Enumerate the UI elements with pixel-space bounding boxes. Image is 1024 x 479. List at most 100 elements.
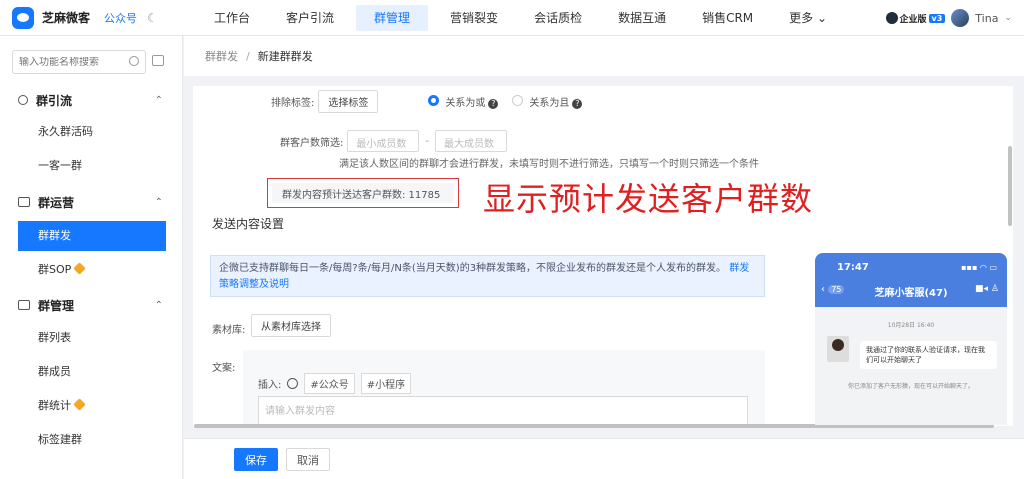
nav-right: 企业版 v3 Tina ⌄ bbox=[885, 0, 1012, 36]
notice-text: 企微已支持群聊每日一条/每周?条/每月/N条(当月天数)的3种群发策略，不限企业… bbox=[219, 263, 727, 274]
signal-icon: ▪▪▪ ◠ ▭ bbox=[961, 263, 997, 272]
content-textarea[interactable]: 请输入群发内容 bbox=[258, 396, 748, 426]
breadcrumb: 群群发 / 新建群群发 bbox=[184, 36, 1024, 76]
library-button[interactable]: 从素材库选择 bbox=[251, 314, 331, 337]
enterprise-icon bbox=[885, 12, 898, 24]
app-name: 芝麻微客 bbox=[42, 11, 91, 25]
relation-or-label: 关系为或 bbox=[445, 98, 486, 109]
help-icon[interactable]: ? bbox=[488, 99, 499, 109]
nav-customer-acquisition[interactable]: 客户引流 bbox=[268, 0, 352, 36]
chevron-up-icon: ⌃ bbox=[154, 196, 163, 208]
sidebar-item-group-members[interactable]: 群成员 bbox=[0, 357, 183, 387]
min-members-input[interactable]: 最小成员数 bbox=[347, 130, 420, 152]
save-button[interactable]: 保存 bbox=[234, 448, 278, 471]
sidebar-group-label: 群引流 bbox=[36, 93, 73, 108]
radio-checked-icon bbox=[428, 95, 440, 106]
collapse-sidebar-icon[interactable] bbox=[152, 55, 164, 66]
sidebar-item-tag-grouping[interactable]: 标签建群 bbox=[0, 425, 183, 455]
text-label: 文案: bbox=[212, 363, 236, 374]
exclude-tag-row: 排除标签: 选择标签 关系为或? 关系为且? bbox=[271, 90, 583, 113]
select-tag-button[interactable]: 选择标签 bbox=[318, 90, 379, 113]
sidebar-item-label: 群SOP bbox=[38, 263, 72, 276]
sidebar-item-one-customer-one-group[interactable]: 一客一群 bbox=[0, 151, 183, 181]
chat-icon bbox=[18, 197, 30, 207]
moon-icon[interactable]: ☾ bbox=[147, 11, 158, 25]
vip-icon bbox=[73, 262, 87, 275]
member-filter-row: 群客户数筛选: 最小成员数 - 最大成员数 bbox=[280, 130, 507, 152]
video-call-icon: ■◂ ♙ bbox=[975, 284, 999, 294]
emoji-icon[interactable] bbox=[287, 378, 299, 389]
annotation-text: 显示预计发送客户群数 bbox=[483, 180, 814, 218]
member-filter-label: 群客户数筛选: bbox=[280, 137, 344, 149]
breadcrumb-separator: / bbox=[246, 49, 250, 63]
sidebar-group-group-operation[interactable]: 群运营 ⌃ bbox=[0, 186, 183, 218]
chevron-down-icon: ⌄ bbox=[817, 10, 828, 25]
sidebar-item-group-stats[interactable]: 群统计 bbox=[0, 391, 183, 421]
top-navbar: 芝麻微客 公众号 ☾ 工作台 客户引流 群管理 营销裂变 会话质检 数据互通 销… bbox=[0, 0, 1024, 36]
phone-date: 10月28日 16:40 bbox=[887, 322, 935, 329]
sidebar-group-label: 群管理 bbox=[38, 298, 75, 313]
help-icon[interactable]: ? bbox=[572, 99, 583, 109]
estimate-box: 群发内容预计送达客户群数: 11785 bbox=[267, 178, 459, 208]
relation-and-radio[interactable]: 关系为且? bbox=[512, 94, 583, 109]
phone-message: 我通过了你的联系人验证请求，现在我们可以开始聊天了 bbox=[860, 341, 997, 369]
insert-label: 插入: bbox=[258, 380, 282, 391]
strategy-notice: 企微已支持群聊每日一条/每周?条/每月/N条(当月天数)的3种群发策略，不限企业… bbox=[210, 255, 765, 297]
avatar[interactable] bbox=[951, 9, 970, 27]
logo-icon bbox=[12, 6, 34, 29]
breadcrumb-current: 新建群群发 bbox=[257, 50, 313, 63]
vertical-scrollbar[interactable] bbox=[1008, 146, 1012, 226]
sidebar-search[interactable] bbox=[12, 50, 146, 74]
sidebar-item-group-sop[interactable]: 群SOP bbox=[0, 255, 183, 285]
contact-avatar bbox=[827, 336, 849, 362]
insert-toolbar: 插入: #公众号 #小程序 bbox=[258, 373, 412, 394]
search-icon[interactable] bbox=[129, 56, 139, 66]
nav-session-qc[interactable]: 会话质检 bbox=[516, 0, 600, 36]
vip-icon bbox=[73, 398, 86, 411]
nav-more-label: 更多 bbox=[789, 10, 814, 25]
sidebar-item-permanent-qrcode[interactable]: 永久群活码 bbox=[0, 117, 183, 147]
search-input[interactable] bbox=[19, 56, 119, 68]
sidebar-item-group-list[interactable]: 群列表 bbox=[0, 323, 183, 353]
sidebar-item-label: 群统计 bbox=[38, 399, 71, 412]
enterprise-label: 企业版 bbox=[899, 14, 927, 25]
main-nav: 工作台 客户引流 群管理 营销裂变 会话质检 数据互通 销售CRM 更多 ⌄ bbox=[196, 0, 845, 36]
phone-header: 17:47 ▪▪▪ ◠ ▭ ‹ 75 芝麻小客服(47) ■◂ ♙ bbox=[815, 253, 1007, 307]
relation-and-label: 关系为且 bbox=[529, 98, 570, 109]
enterprise-badge[interactable]: 企业版 v3 bbox=[885, 12, 946, 25]
nav-workbench[interactable]: 工作台 bbox=[196, 0, 268, 36]
nav-data-interop[interactable]: 数据互通 bbox=[600, 0, 684, 36]
user-name[interactable]: Tina bbox=[975, 12, 998, 25]
chevron-down-icon[interactable]: ⌄ bbox=[1004, 13, 1012, 23]
official-account-link[interactable]: 公众号 bbox=[104, 10, 137, 26]
phone-time: 17:47 bbox=[837, 262, 869, 273]
nav-sales-crm[interactable]: 销售CRM bbox=[684, 0, 771, 36]
text-editor: 插入: #公众号 #小程序 请输入群发内容 bbox=[243, 350, 765, 426]
nav-more[interactable]: 更多 ⌄ bbox=[771, 0, 845, 36]
footer-bar: 保存 取消 bbox=[184, 438, 1024, 479]
section-title: 发送内容设置 bbox=[212, 217, 285, 231]
library-label: 素材库: bbox=[212, 325, 246, 336]
cancel-button[interactable]: 取消 bbox=[286, 448, 330, 471]
member-filter-hint: 满足该人数区间的群聊才会进行群发，未填写时则不进行筛选，只填写一个时则只筛选一个… bbox=[339, 159, 759, 170]
range-dash: - bbox=[425, 135, 429, 147]
insert-official-account-button[interactable]: #公众号 bbox=[304, 373, 355, 394]
max-members-input[interactable]: 最大成员数 bbox=[434, 130, 507, 152]
nav-marketing[interactable]: 营销裂变 bbox=[432, 0, 516, 36]
estimate-text: 群发内容预计送达客户群数: 11785 bbox=[282, 189, 441, 201]
sidebar-group-group-traffic[interactable]: 群引流 ⌃ bbox=[0, 84, 183, 116]
breadcrumb-parent[interactable]: 群群发 bbox=[205, 48, 238, 64]
chevron-up-icon: ⌃ bbox=[154, 299, 163, 311]
insert-mini-program-button[interactable]: #小程序 bbox=[360, 373, 412, 394]
sidebar-item-group-broadcast[interactable]: 群群发 bbox=[18, 221, 166, 251]
person-icon bbox=[18, 95, 28, 105]
radio-unchecked-icon bbox=[512, 95, 524, 106]
phone-preview: 17:47 ▪▪▪ ◠ ▭ ‹ 75 芝麻小客服(47) ■◂ ♙ 10月28日… bbox=[815, 253, 1007, 425]
sidebar-group-group-management[interactable]: 群管理 ⌃ bbox=[0, 289, 183, 321]
chat-icon bbox=[18, 300, 30, 310]
relation-or-radio[interactable]: 关系为或? bbox=[428, 94, 499, 109]
logo[interactable]: 芝麻微客 公众号 ☾ bbox=[0, 6, 190, 29]
nav-group-management[interactable]: 群管理 bbox=[356, 4, 429, 31]
phone-system-message: 你已添加了客户无形猿，现在可以开始聊天了。 bbox=[847, 383, 974, 390]
exclude-tag-label: 排除标签: bbox=[271, 98, 315, 109]
